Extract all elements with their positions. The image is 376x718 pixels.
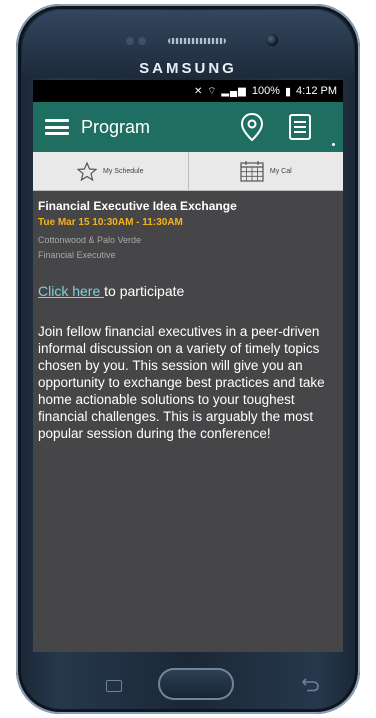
sensor-icon	[126, 37, 134, 45]
status-bar: ✕ ⌔ ▂▄▆ 100% ▮ 4:12 PM	[33, 80, 343, 102]
back-key-icon[interactable]	[300, 678, 320, 692]
tab-label: My Cal	[269, 167, 292, 175]
calendar-icon	[240, 161, 264, 182]
participate-link[interactable]: Click here	[38, 283, 104, 299]
signal-icons: ✕ ⌔ ▂▄▆	[194, 85, 247, 97]
map-pin-icon[interactable]	[239, 112, 265, 142]
star-icon	[77, 161, 98, 181]
session-title: Financial Executive Idea Exchange	[38, 199, 237, 213]
page-title: Program	[81, 116, 151, 137]
session-track: Financial Executive	[38, 250, 116, 260]
session-detail: Financial Executive Idea Exchange Tue Ma…	[33, 191, 343, 442]
device-brand: SAMSUNG	[139, 60, 237, 77]
battery-level: 100%	[251, 85, 280, 97]
menu-icon[interactable]	[45, 119, 69, 135]
participate-suffix: to participate	[104, 283, 185, 299]
app-bar: Program	[33, 102, 343, 152]
notes-icon[interactable]	[287, 113, 313, 141]
tab-bar: My Schedule My Cal	[33, 152, 343, 191]
participate-line: Click here to participate	[38, 283, 338, 299]
session-location: Cottonwood & Palo Verde	[38, 235, 142, 245]
phone-frame: SAMSUNG ✕ ⌔ ▂▄▆ 100% ▮ 4:12 PM Program M…	[16, 4, 360, 714]
tab-label: My Schedule	[103, 167, 144, 175]
tab-my-cal[interactable]: My Cal	[187, 152, 344, 190]
session-description: Join fellow financial executives in a pe…	[38, 324, 325, 441]
phone-screen: ✕ ⌔ ▂▄▆ 100% ▮ 4:12 PM Program My Schedu…	[33, 80, 343, 652]
recent-apps-key[interactable]	[106, 680, 122, 692]
session-time: Tue Mar 15 10:30AM - 11:30AM	[38, 217, 183, 228]
home-button[interactable]	[158, 668, 234, 700]
status-time: 4:12 PM	[296, 85, 337, 97]
phone-top-bezel: SAMSUNG	[22, 10, 354, 78]
overflow-indicator	[332, 143, 335, 146]
tab-my-schedule[interactable]: My Schedule	[33, 152, 188, 190]
battery-icon: ▮	[284, 85, 292, 98]
front-camera-icon	[266, 34, 278, 46]
speaker-grille	[168, 38, 226, 44]
